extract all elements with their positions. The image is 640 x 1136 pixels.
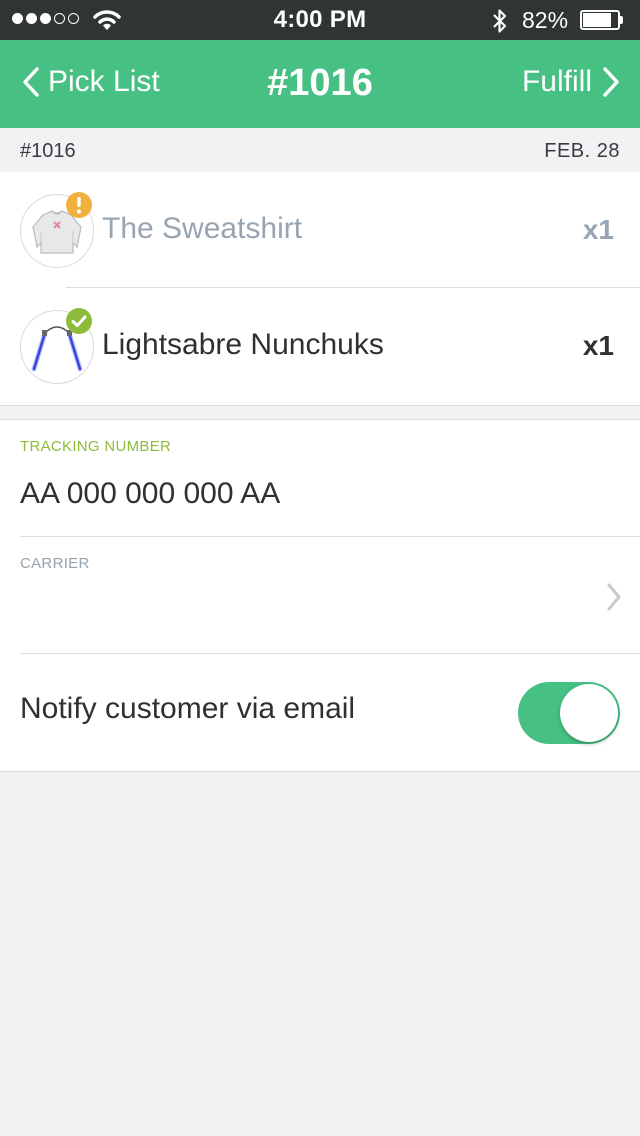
divider <box>20 653 640 654</box>
item-quantity: x1 <box>582 330 614 361</box>
order-number: #1016 <box>20 140 76 162</box>
warning-badge <box>66 192 92 218</box>
carrier-selector[interactable] <box>0 537 640 652</box>
fulfill-button[interactable]: Fulfill <box>522 65 620 99</box>
item-quantity: x1 <box>582 214 614 245</box>
item-name: The Sweatshirt <box>102 212 303 245</box>
toggle-knob <box>560 684 618 742</box>
exclamation-icon <box>77 197 81 214</box>
item-name: Lightsabre Nunchuks <box>102 328 384 361</box>
checkmark-icon <box>71 315 87 327</box>
fulfillment-form: TRACKING NUMBER AA 000 000 000 AA CARRIE… <box>0 419 640 772</box>
battery-icon <box>580 10 624 30</box>
tracking-number-field[interactable]: AA 000 000 000 AA <box>20 477 280 511</box>
status-bar: 4:00 PM 82% <box>0 0 640 40</box>
navigation-bar: Pick List #1016 Fulfill <box>0 40 640 128</box>
bluetooth-icon <box>493 9 507 33</box>
chevron-right-icon <box>607 583 621 611</box>
line-items-list: The Sweatshirt x1 Lightsabre Nunchuks x1 <box>0 172 640 406</box>
chevron-right-icon <box>603 67 619 97</box>
tracking-number-label: TRACKING NUMBER <box>20 438 172 455</box>
done-badge <box>66 308 92 334</box>
fulfill-button-label: Fulfill <box>521 65 592 98</box>
list-item-lightsabre-nunchuks[interactable]: Lightsabre Nunchuks x1 <box>0 288 640 404</box>
notify-customer-toggle[interactable] <box>518 682 620 744</box>
notify-customer-label: Notify customer via email <box>20 692 356 725</box>
order-meta-header: #1016 FEB. 28 <box>0 128 640 172</box>
order-date: FEB. 28 <box>544 140 620 162</box>
list-item-the-sweatshirt[interactable]: The Sweatshirt x1 <box>0 172 640 288</box>
battery-percentage: 82% <box>522 7 569 33</box>
